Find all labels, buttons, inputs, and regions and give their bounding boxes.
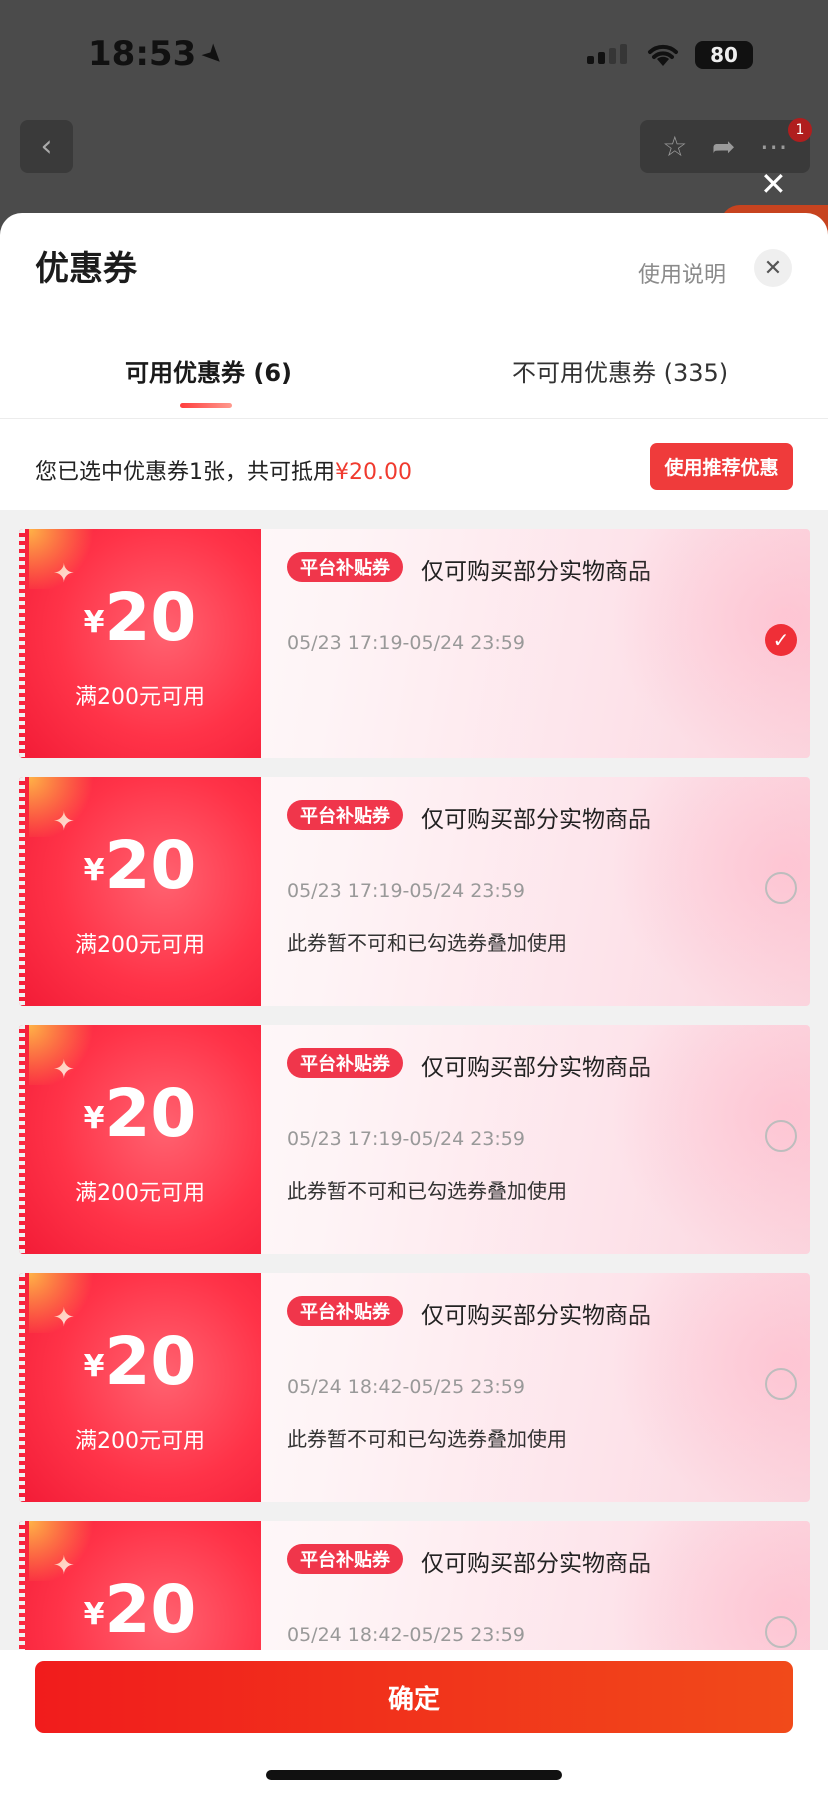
coupon-validity: 05/24 18:42-05/25 23:59 (287, 1624, 525, 1646)
coupon-card[interactable]: ✦ ¥20 平台补贴券 仅可购买部分实物商品 05/24 18:42-05/25… (19, 1521, 810, 1650)
home-indicator (266, 1770, 562, 1780)
coupon-details: 平台补贴券 仅可购买部分实物商品 05/23 17:19-05/24 23:59… (261, 777, 810, 1006)
cellular-signal-icon (587, 44, 627, 64)
coupon-amount: ¥20 (19, 1323, 261, 1400)
coupon-note: 此券暂不可和已勾选券叠加使用 (287, 1179, 567, 1203)
coupon-note: 此券暂不可和已勾选券叠加使用 (287, 931, 567, 955)
coupon-card[interactable]: ✦ ¥20 满200元可用 平台补贴券 仅可购买部分实物商品 05/23 17:… (19, 529, 810, 758)
more-icon[interactable]: ⋯ (760, 130, 788, 163)
coupon-details: 平台补贴券 仅可购买部分实物商品 05/24 18:42-05/25 23:59 (261, 1521, 810, 1650)
amount-value: 20 (104, 827, 197, 904)
time-text: 18:53 (88, 34, 197, 74)
coupon-threshold: 满200元可用 (75, 685, 205, 710)
status-time: 18:53➤ (88, 34, 231, 74)
summary-amount: ¥20.00 (335, 460, 412, 485)
currency-symbol: ¥ (83, 853, 105, 888)
coupon-value-panel: ✦ ¥20 满200元可用 (19, 1025, 261, 1254)
coupon-amount: ¥20 (19, 1571, 261, 1648)
coupon-tag: 平台补贴券 (287, 1544, 403, 1574)
location-arrow-icon: ➤ (194, 36, 232, 74)
coupon-value-panel: ✦ ¥20 满200元可用 (19, 1273, 261, 1502)
currency-symbol: ¥ (83, 1349, 105, 1384)
close-button[interactable]: ✕ (754, 249, 792, 287)
coupon-validity: 05/23 17:19-05/24 23:59 (287, 880, 525, 902)
close-icon: ✕ (763, 255, 783, 281)
coupon-validity: 05/23 17:19-05/24 23:59 (287, 632, 525, 654)
coupon-validity: 05/24 18:42-05/25 23:59 (287, 1376, 525, 1398)
coupon-tag: 平台补贴券 (287, 1048, 403, 1078)
amount-value: 20 (104, 1075, 197, 1152)
coupon-tag: 平台补贴券 (287, 800, 403, 830)
screen: 18:53➤ 80 ‹ ☆ ➦ ⋯ 1 ✕ 优惠券 使用说明 ✕ 可用优惠券 (… (0, 0, 828, 1795)
coupon-scope: 仅可购买部分实物商品 (421, 559, 651, 585)
wifi-icon (648, 44, 678, 66)
sparkle-icon: ✦ (53, 559, 75, 589)
coupon-value-panel: ✦ ¥20 满200元可用 (19, 529, 261, 758)
summary-text: 您已选中优惠券1张，共可抵用¥20.00 (35, 454, 412, 486)
coupon-threshold: 满200元可用 (75, 1429, 205, 1454)
coupon-amount: ¥20 (19, 827, 261, 904)
coupon-scope: 仅可购买部分实物商品 (421, 1551, 651, 1577)
tab-available[interactable]: 可用优惠券 (6) (125, 353, 292, 388)
recommend-button[interactable]: 使用推荐优惠 (650, 443, 793, 490)
coupon-scope: 仅可购买部分实物商品 (421, 1303, 651, 1329)
coupon-note: 此券暂不可和已勾选券叠加使用 (287, 1427, 567, 1451)
coupon-card[interactable]: ✦ ¥20 满200元可用 平台补贴券 仅可购买部分实物商品 05/23 17:… (19, 1025, 810, 1254)
summary-label: 您已选中优惠券1张，共可抵用 (35, 460, 335, 485)
sparkle-icon: ✦ (53, 1055, 75, 1085)
coupon-details: 平台补贴券 仅可购买部分实物商品 05/23 17:19-05/24 23:59… (261, 529, 810, 758)
notification-badge: 1 (788, 118, 812, 142)
sparkle-icon: ✦ (53, 1303, 75, 1333)
coupon-scope: 仅可购买部分实物商品 (421, 807, 651, 833)
coupon-amount: ¥20 (19, 579, 261, 656)
coupon-value-panel: ✦ ¥20 满200元可用 (19, 777, 261, 1006)
confirm-button[interactable]: 确定 (35, 1661, 793, 1733)
back-button[interactable]: ‹ (20, 120, 73, 173)
coupon-threshold: 满200元可用 (75, 1181, 205, 1206)
coupon-list: ✦ ¥20 满200元可用 平台补贴券 仅可购买部分实物商品 05/23 17:… (0, 510, 828, 1650)
coupon-tag: 平台补贴券 (287, 1296, 403, 1326)
background-close-icon[interactable]: ✕ (760, 165, 787, 203)
sheet-title: 优惠券 (35, 249, 137, 289)
selection-summary: 您已选中优惠券1张，共可抵用¥20.00 使用推荐优惠 (0, 420, 828, 510)
coupon-select-checkbox[interactable] (765, 1368, 797, 1400)
coupon-validity: 05/23 17:19-05/24 23:59 (287, 1128, 525, 1150)
checkmark-icon: ✓ (772, 628, 790, 652)
tab-unavailable[interactable]: 不可用优惠券 (335) (512, 353, 728, 388)
coupon-select-checkbox[interactable] (765, 1120, 797, 1152)
active-tab-indicator (180, 403, 232, 408)
coupon-scope: 仅可购买部分实物商品 (421, 1055, 651, 1081)
amount-value: 20 (104, 1323, 197, 1400)
amount-value: 20 (104, 1571, 197, 1648)
coupon-value-panel: ✦ ¥20 (19, 1521, 261, 1650)
star-icon[interactable]: ☆ (662, 130, 687, 163)
coupon-threshold: 满200元可用 (75, 933, 205, 958)
chevron-left-icon: ‹ (40, 129, 53, 164)
coupon-tabs: 可用优惠券 (6) 不可用优惠券 (335) (0, 353, 828, 419)
currency-symbol: ¥ (83, 605, 105, 640)
coupon-amount: ¥20 (19, 1075, 261, 1152)
currency-symbol: ¥ (83, 1101, 105, 1136)
coupon-details: 平台补贴券 仅可购买部分实物商品 05/24 18:42-05/25 23:59… (261, 1273, 810, 1502)
coupon-sheet: 优惠券 使用说明 ✕ 可用优惠券 (6) 不可用优惠券 (335) 您已选中优惠… (0, 213, 828, 1795)
coupon-select-checkbox[interactable]: ✓ (765, 624, 797, 656)
share-icon[interactable]: ➦ (712, 130, 735, 163)
coupon-tag: 平台补贴券 (287, 552, 403, 582)
battery-level: 80 (710, 43, 738, 67)
battery-icon: 80 (695, 41, 753, 69)
status-bar: 18:53➤ 80 (0, 0, 828, 110)
coupon-card[interactable]: ✦ ¥20 满200元可用 平台补贴券 仅可购买部分实物商品 05/24 18:… (19, 1273, 810, 1502)
coupon-select-checkbox[interactable] (765, 872, 797, 904)
coupon-select-checkbox[interactable] (765, 1616, 797, 1648)
coupon-details: 平台补贴券 仅可购买部分实物商品 05/23 17:19-05/24 23:59… (261, 1025, 810, 1254)
currency-symbol: ¥ (83, 1597, 105, 1632)
usage-help-link[interactable]: 使用说明 (638, 257, 726, 289)
amount-value: 20 (104, 579, 197, 656)
sparkle-icon: ✦ (53, 1551, 75, 1581)
coupon-card[interactable]: ✦ ¥20 满200元可用 平台补贴券 仅可购买部分实物商品 05/23 17:… (19, 777, 810, 1006)
sparkle-icon: ✦ (53, 807, 75, 837)
